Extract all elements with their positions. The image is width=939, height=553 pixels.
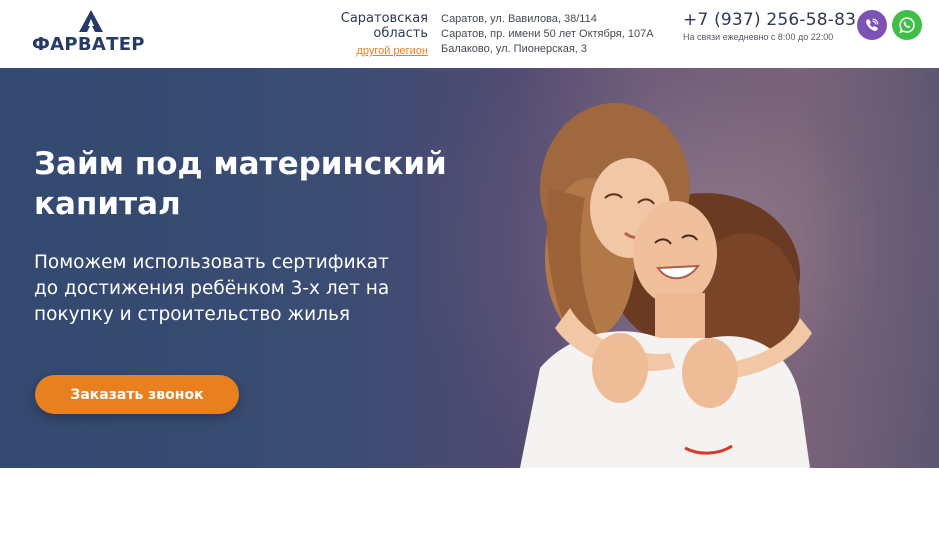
hero-subtitle: Поможем использовать сертификат до дости… — [34, 252, 390, 325]
site-header: ФАРВАТЕР Саратовская область другой реги… — [0, 0, 939, 68]
brand-logo[interactable]: ФАРВАТЕР — [32, 10, 152, 56]
region-name: Саратовская область — [340, 11, 428, 41]
viber-icon — [866, 18, 879, 31]
working-hours: На связи ежедневно с 8:00 до 22:00 — [683, 32, 834, 42]
brand-name: ФАРВАТЕР — [32, 34, 145, 55]
viber-button[interactable] — [857, 10, 887, 40]
whatsapp-button[interactable] — [892, 10, 922, 40]
logo-icon — [79, 10, 103, 32]
whatsapp-icon — [899, 17, 915, 34]
hero-photo — [520, 103, 812, 468]
hero-banner: Займ под материнский капитал Поможем исп… — [0, 68, 939, 468]
phone-number[interactable]: +7 (937) 256-58-83 — [683, 10, 856, 30]
contact-block: +7 (937) 256-58-83 На связи ежедневно с … — [683, 10, 856, 42]
address-item: Саратов, пр. имени 50 лет Октября, 107А — [441, 28, 654, 40]
hero-title: Займ под материнский капитал — [34, 146, 447, 222]
address-item: Саратов, ул. Вавилова, 38/114 — [441, 13, 597, 25]
change-region-link[interactable]: другой регион — [356, 44, 428, 59]
address-list: Саратов, ул. Вавилова, 38/114 Саратов, п… — [441, 12, 654, 57]
region-selector: Саратовская область другой регион — [320, 11, 428, 59]
page-content-area — [0, 468, 939, 553]
address-item: Балаково, ул. Пионерская, 3 — [441, 43, 588, 55]
order-call-button[interactable]: Заказать звонок — [35, 375, 239, 414]
